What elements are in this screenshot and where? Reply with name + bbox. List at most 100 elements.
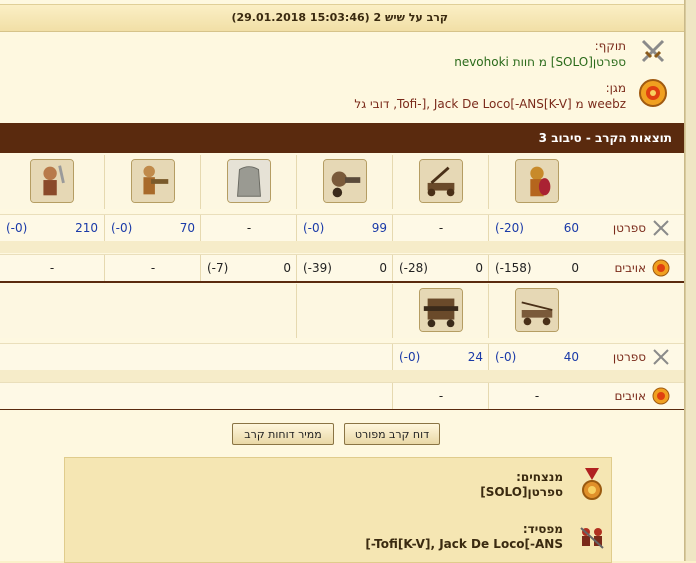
scrollbar[interactable] [685, 0, 696, 561]
attacker-value[interactable]: ספרטן[SOLO] מ חוות nevohoki [454, 54, 626, 70]
cell-empty: - [438, 221, 444, 235]
stone-wall-unit-icon[interactable] [227, 159, 271, 203]
enemies-row-label: אויבים [614, 261, 646, 275]
attacker-label: תוקף: [594, 39, 626, 53]
cell-loss: (-0) [303, 221, 325, 235]
siege-ram-cell [392, 284, 489, 338]
cell-loss: (-0) [399, 350, 421, 364]
cell-loss: (-7) [207, 261, 229, 275]
defender-info: מגן: weebz מ [K-V]Tofi-], Jack De Loco[-… [354, 80, 626, 112]
table2-enemies-row: אויבים - - [0, 382, 684, 410]
table-cell: 40 (-0) [488, 344, 585, 370]
catapult-unit-icon[interactable] [419, 159, 463, 203]
gunner-unit-icon[interactable] [131, 159, 175, 203]
table-cell: 70 (-0) [104, 215, 201, 241]
spartan-row-label: ספרטן [612, 221, 646, 235]
hoplite-unit-icon[interactable] [515, 159, 559, 203]
attacker-info: תוקף: ספרטן[SOLO] מ חוות nevohoki [454, 38, 626, 70]
cell-empty: - [49, 261, 55, 275]
defender-value[interactable]: weebz מ [K-V]Tofi-], Jack De Loco[-ANS, … [354, 96, 626, 112]
round-title: תוצאות הקרב - סיבוב 3 [538, 131, 672, 145]
loser-value[interactable]: [-Tofi[K-V], Jack De Loco[-ANS [365, 537, 563, 552]
crossed-swords-icon [653, 349, 669, 365]
barbarian-cell [0, 155, 104, 209]
cell-loss: (-28) [399, 261, 428, 275]
table-cell: 0 (-28) [392, 255, 489, 281]
winners-block: מנצחים: ספרטן[SOLO] [480, 470, 563, 500]
cell-count: 40 [563, 350, 579, 364]
cell-loss: (-20) [495, 221, 524, 235]
siege-ram-unit-icon[interactable] [419, 288, 463, 332]
detailed-report-button[interactable]: דוח קרב מפורט [344, 423, 440, 445]
battle-summary: מנצחים: ספרטן[SOLO] מפסיד: [-Tofi[K-V], … [64, 457, 612, 563]
cell-count: 0 [379, 261, 387, 275]
row-spacer [0, 241, 684, 253]
cell-count: 0 [571, 261, 579, 275]
shield-icon [639, 79, 667, 107]
defender-label: מגן: [605, 81, 626, 95]
cell-loss: (-39) [303, 261, 332, 275]
cell-count: 70 [179, 221, 195, 235]
ballista-unit-icon[interactable] [515, 288, 559, 332]
fallen-soldiers-icon [580, 527, 604, 549]
table-cell: 0 (-39) [296, 255, 393, 281]
table-cell: - [488, 383, 585, 409]
table-cell: - [392, 383, 489, 409]
row-spacer [0, 370, 684, 382]
cannon-soldier-unit-icon[interactable] [323, 159, 367, 203]
cell-count: 99 [371, 221, 387, 235]
table-cell: - [200, 215, 297, 241]
loser-block: מפסיד: [-Tofi[K-V], Jack De Loco[-ANS [365, 522, 563, 552]
medal-icon [582, 468, 602, 500]
shield-icon [652, 259, 670, 277]
table-cell: 0 (-7) [200, 255, 297, 281]
table1-spartan-row: ספרטן 60 (-20) - 99 (-0) - 70 (-0) 210 (-0) [0, 214, 684, 242]
table-cell: - [0, 255, 104, 281]
cell-empty: - [150, 261, 156, 275]
shield-icon [652, 387, 670, 405]
report-title-bar: קרב על שיש 2 (15:03:46 29.01.2018) [0, 4, 684, 32]
report-converter-button[interactable]: ממיר דוחות קרב [232, 423, 334, 445]
cell-loss: (-0) [6, 221, 28, 235]
round-title-bar: תוצאות הקרב - סיבוב 3 [0, 123, 684, 153]
table-cell: 24 (-0) [392, 344, 489, 370]
stone-wall-cell [200, 155, 297, 209]
winners-label: מנצחים: [516, 470, 563, 484]
cell-count: 210 [75, 221, 98, 235]
table2-spartan-row: ספרטן 40 (-0) 24 (-0) [0, 343, 684, 371]
unit-icons-row-2 [0, 284, 684, 338]
ballista-cell [488, 284, 585, 338]
cell-loss: (-0) [495, 350, 517, 364]
gunner-cell [104, 155, 201, 209]
table-cell: 0 (-158) [488, 255, 585, 281]
cannon-soldier-cell [296, 155, 393, 209]
cell-count: 0 [283, 261, 291, 275]
catapult-cell [392, 155, 489, 209]
cell-count: 60 [563, 221, 579, 235]
unit-icons-row [0, 155, 684, 209]
table-cell: - [392, 215, 489, 241]
hoplite-cell [488, 155, 585, 209]
enemies-row-label: אויבים [614, 389, 646, 403]
table-divider [0, 281, 684, 283]
cell-empty: - [534, 389, 540, 403]
cell-loss: (-0) [111, 221, 133, 235]
loser-label: מפסיד: [522, 522, 563, 536]
spartan-row-label: ספרטן [612, 350, 646, 364]
crossed-swords-icon [641, 39, 665, 63]
barbarian-unit-icon[interactable] [30, 159, 74, 203]
cell-empty: - [246, 221, 252, 235]
cell-loss: (-158) [495, 261, 532, 275]
table1-enemies-row: אויבים 0 (-158) 0 (-28) 0 (-39) 0 (-7) - - [0, 254, 684, 282]
cell-count: 24 [467, 350, 483, 364]
table-cell: 60 (-20) [488, 215, 585, 241]
empty-cell [296, 284, 393, 338]
table-cell: 99 (-0) [296, 215, 393, 241]
table-cell: 210 (-0) [0, 215, 104, 241]
report-title: קרב על שיש 2 (15:03:46 29.01.2018) [231, 11, 448, 24]
crossed-swords-icon [653, 220, 669, 236]
table-cell: - [104, 255, 201, 281]
cell-count: 0 [475, 261, 483, 275]
table-divider [0, 409, 684, 410]
winners-value[interactable]: ספרטן[SOLO] [480, 485, 563, 500]
